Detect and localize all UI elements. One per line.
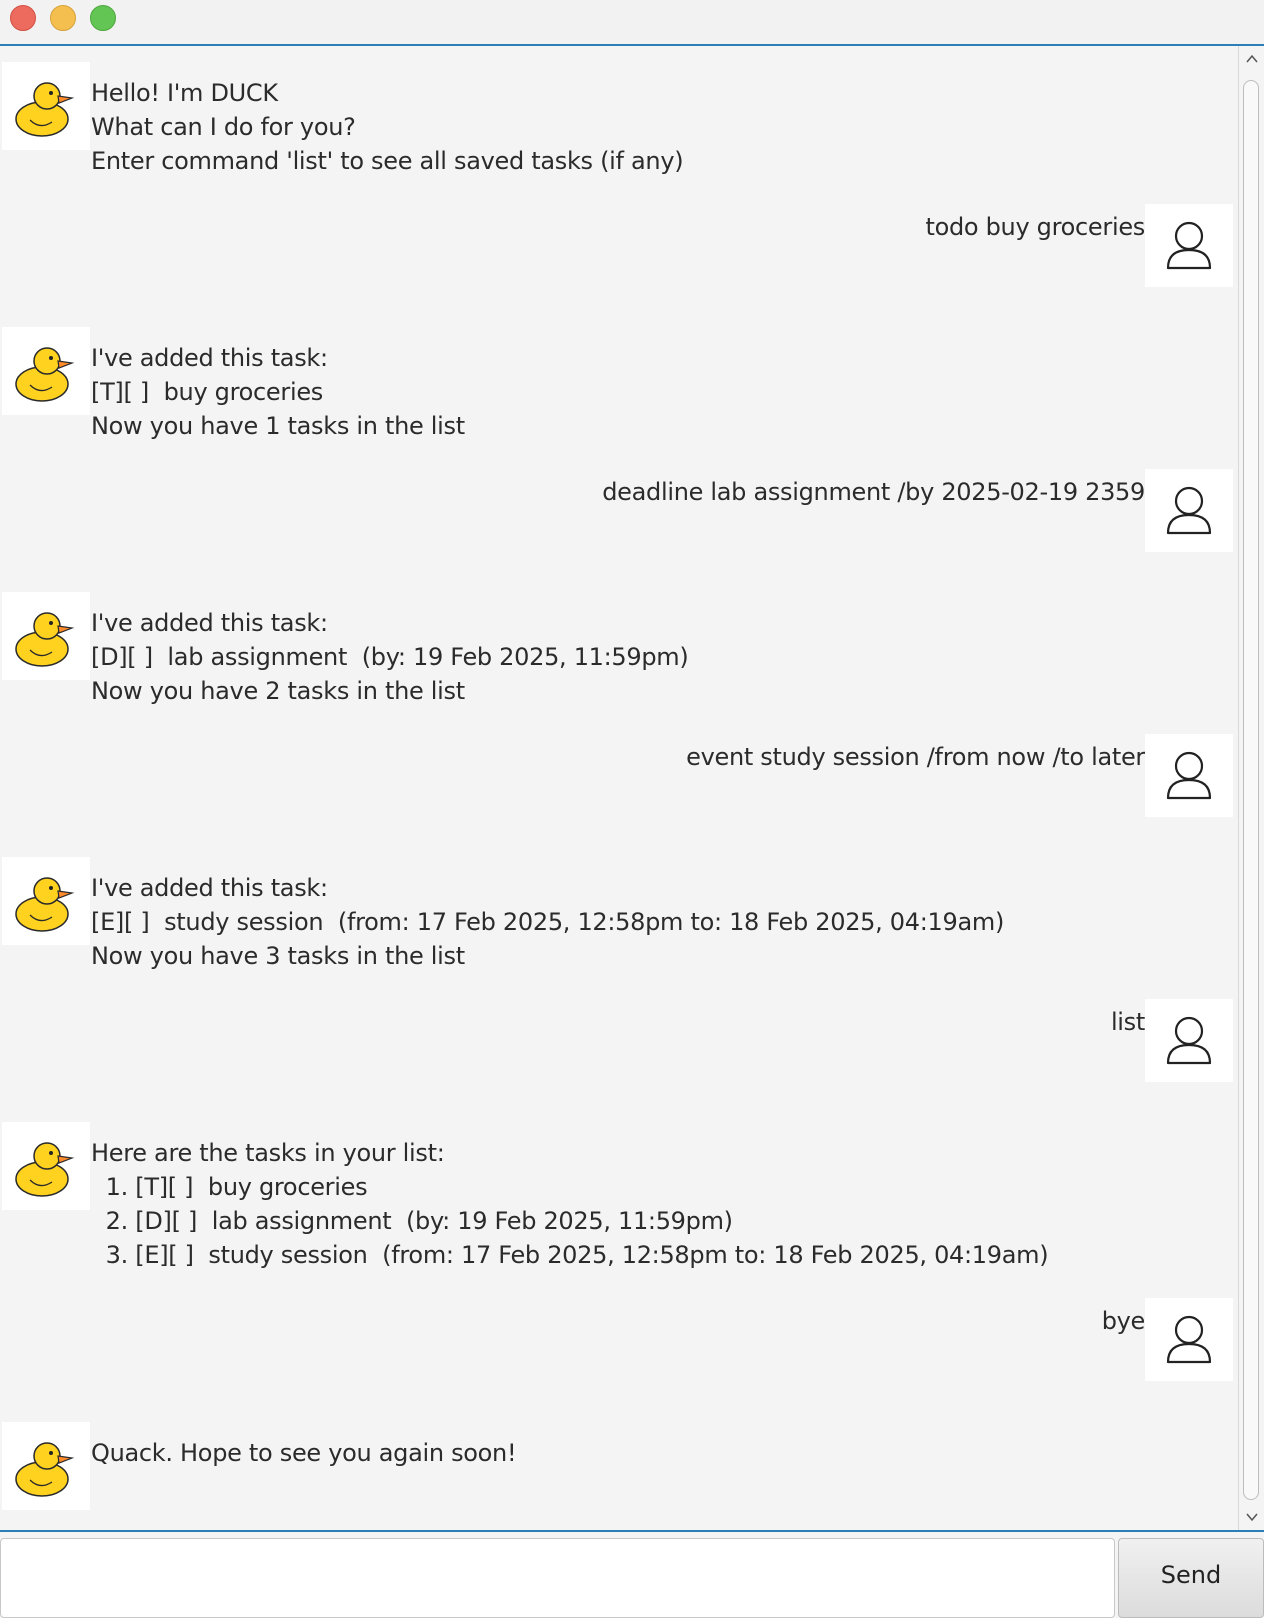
scroll-up-arrow-icon[interactable]: [1245, 52, 1259, 66]
user-avatar: [1145, 1298, 1233, 1381]
scroll-down-arrow-icon[interactable]: [1245, 1510, 1259, 1524]
user-message: deadline lab assignment /by 2025-02-19 2…: [0, 469, 1238, 555]
bot-message: I've added this task: [T][ ] buy groceri…: [0, 327, 1238, 440]
user-message-text: bye: [1101, 1307, 1146, 1335]
duck-avatar: [2, 1122, 90, 1210]
bot-message-text: Here are the tasks in your list: 1. [T][…: [91, 1139, 1049, 1269]
user-avatar: [1145, 469, 1233, 552]
user-icon: [1166, 751, 1212, 800]
user-icon: [1166, 486, 1212, 535]
send-button[interactable]: Send: [1118, 1538, 1264, 1618]
user-message-text: event study session /from now /to later: [686, 743, 1145, 771]
duck-avatar: [2, 592, 90, 680]
bot-message: I've added this task: [D][ ] lab assignm…: [0, 592, 1238, 705]
minimize-window-button[interactable]: [50, 5, 76, 31]
duck-avatar: [2, 857, 90, 945]
user-icon: [1166, 1315, 1212, 1364]
input-bar: Send: [0, 1530, 1264, 1618]
bot-message-text: I've added this task: [E][ ] study sessi…: [91, 874, 1005, 970]
user-avatar: [1145, 734, 1233, 817]
bot-message-text: Quack. Hope to see you again soon!: [91, 1439, 517, 1467]
chat-dialog-container[interactable]: Hello! I'm DUCK What can I do for you? E…: [0, 46, 1238, 1530]
user-icon: [1166, 1016, 1212, 1065]
scrollbar-thumb[interactable]: [1243, 80, 1259, 1500]
bot-message: Quack. Hope to see you again soon!: [0, 1422, 1238, 1522]
user-message-text: list: [1110, 1008, 1145, 1036]
duck-icon: [15, 1142, 75, 1197]
chat-scrollbar[interactable]: [1238, 46, 1264, 1530]
duck-icon: [15, 1442, 75, 1497]
duck-icon: [15, 877, 75, 932]
close-window-button[interactable]: [10, 5, 36, 31]
bot-message: Here are the tasks in your list: 1. [T][…: [0, 1122, 1238, 1269]
duck-avatar: [2, 62, 90, 150]
duck-icon: [15, 82, 75, 137]
duck-icon: [15, 347, 75, 402]
bot-message-text: I've added this task: [T][ ] buy groceri…: [91, 344, 465, 440]
duck-avatar: [2, 327, 90, 415]
user-message: list: [0, 999, 1238, 1085]
user-avatar: [1145, 999, 1233, 1082]
message-input[interactable]: [0, 1538, 1115, 1618]
user-message-text: deadline lab assignment /by 2025-02-19 2…: [602, 478, 1145, 506]
user-avatar: [1145, 204, 1233, 287]
user-icon: [1166, 221, 1212, 270]
duck-icon: [15, 612, 75, 667]
bot-message: Hello! I'm DUCK What can I do for you? E…: [0, 62, 1238, 175]
bot-message: I've added this task: [E][ ] study sessi…: [0, 857, 1238, 970]
window-titlebar: [0, 0, 1264, 46]
user-message-text: todo buy groceries: [925, 213, 1145, 241]
user-message: bye: [0, 1298, 1238, 1384]
duck-avatar: [2, 1422, 90, 1510]
bot-message-text: I've added this task: [D][ ] lab assignm…: [91, 609, 689, 705]
bot-message-text: Hello! I'm DUCK What can I do for you? E…: [91, 79, 684, 175]
zoom-window-button[interactable]: [90, 5, 116, 31]
user-message: todo buy groceries: [0, 204, 1238, 290]
user-message: event study session /from now /to later: [0, 734, 1238, 820]
